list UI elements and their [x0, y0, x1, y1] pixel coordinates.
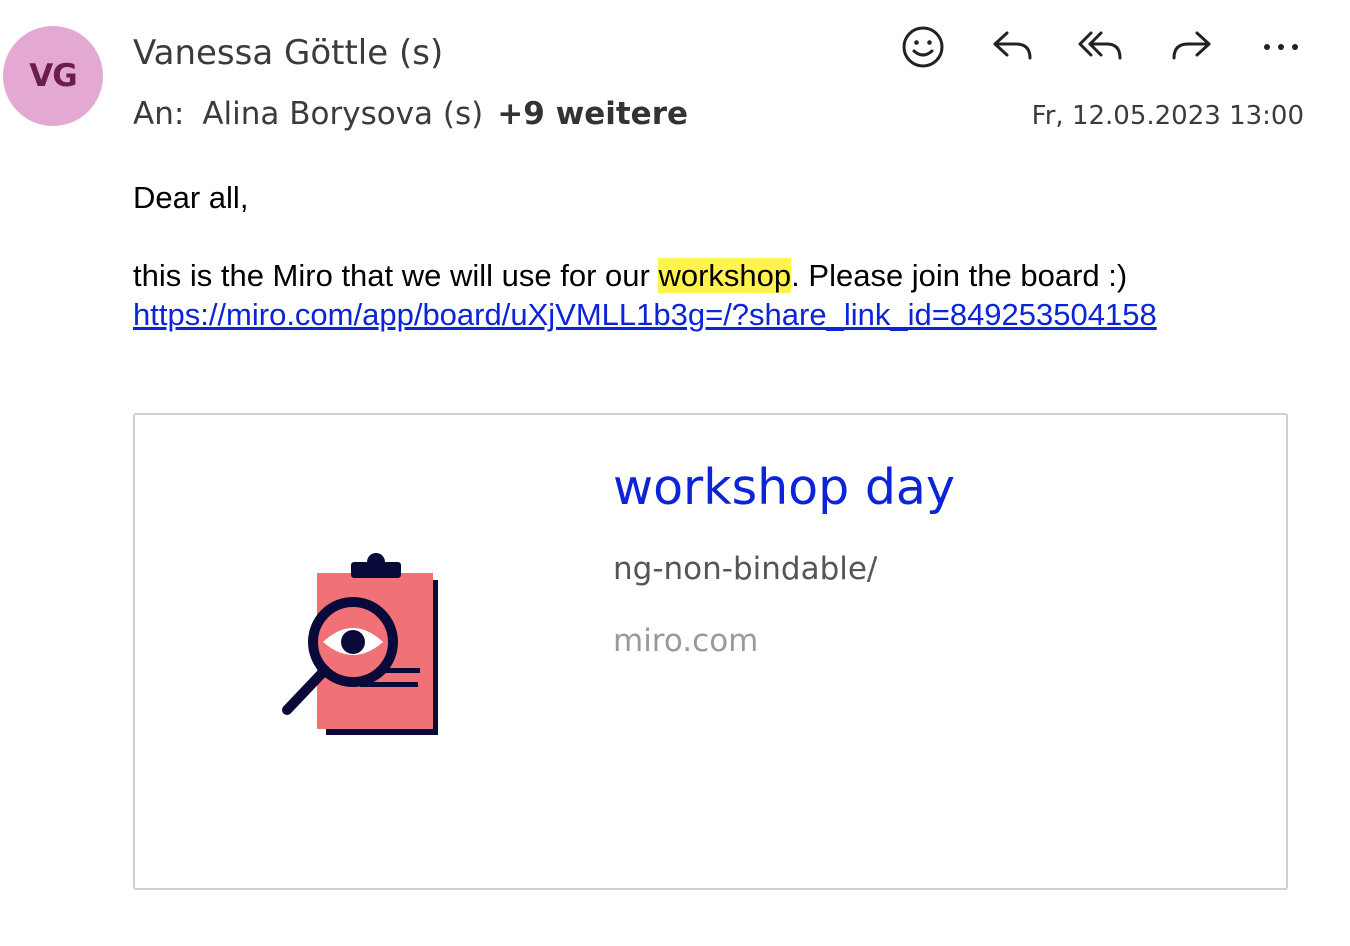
sent-date: Fr, 12.05.2023 13:00: [1031, 101, 1304, 131]
recipients-line: An: Alina Borysova (s) +9 weitere: [133, 96, 688, 132]
message-actions: [893, 20, 1313, 74]
more-options-button[interactable]: [1253, 20, 1309, 74]
recipient-first[interactable]: Alina Borysova (s): [202, 96, 483, 132]
link-preview-card[interactable]: workshop day ng-non-bindable/ miro.com: [133, 413, 1288, 890]
avatar[interactable]: VG: [3, 26, 103, 126]
recipients-label: An:: [133, 96, 185, 132]
message-text-before: this is the Miro that we will use for ou…: [133, 258, 659, 293]
more-recipients-button[interactable]: +9 weitere: [497, 96, 688, 132]
message-line: this is the Miro that we will use for ou…: [133, 256, 1157, 295]
reply-button[interactable]: [985, 20, 1041, 74]
search-highlight: workshop: [658, 258, 792, 293]
miro-board-link[interactable]: https://miro.com/app/board/uXjVMLL1b3g=/…: [133, 297, 1157, 332]
more-icon: [1264, 44, 1298, 50]
message-body: Dear all, this is the Miro that we will …: [133, 178, 1157, 334]
forward-button[interactable]: [1163, 20, 1219, 74]
forward-icon: [1172, 31, 1211, 60]
reply-icon: [993, 31, 1032, 60]
message-text-after: . Please join the board :): [791, 258, 1128, 293]
card-description: ng-non-bindable/: [613, 551, 878, 587]
card-title[interactable]: workshop day: [613, 459, 955, 516]
greeting: Dear all,: [133, 180, 249, 215]
reply-all-button[interactable]: [1073, 20, 1129, 74]
emoji-smile-icon: [902, 26, 944, 68]
card-domain: miro.com: [613, 623, 759, 659]
card-thumbnail: [280, 550, 445, 740]
emoji-reaction-button[interactable]: [895, 20, 951, 74]
sender-name[interactable]: Vanessa Göttle (s): [133, 33, 443, 73]
reply-all-icon: [1078, 31, 1122, 60]
clipboard-magnifier-icon: [282, 553, 438, 735]
